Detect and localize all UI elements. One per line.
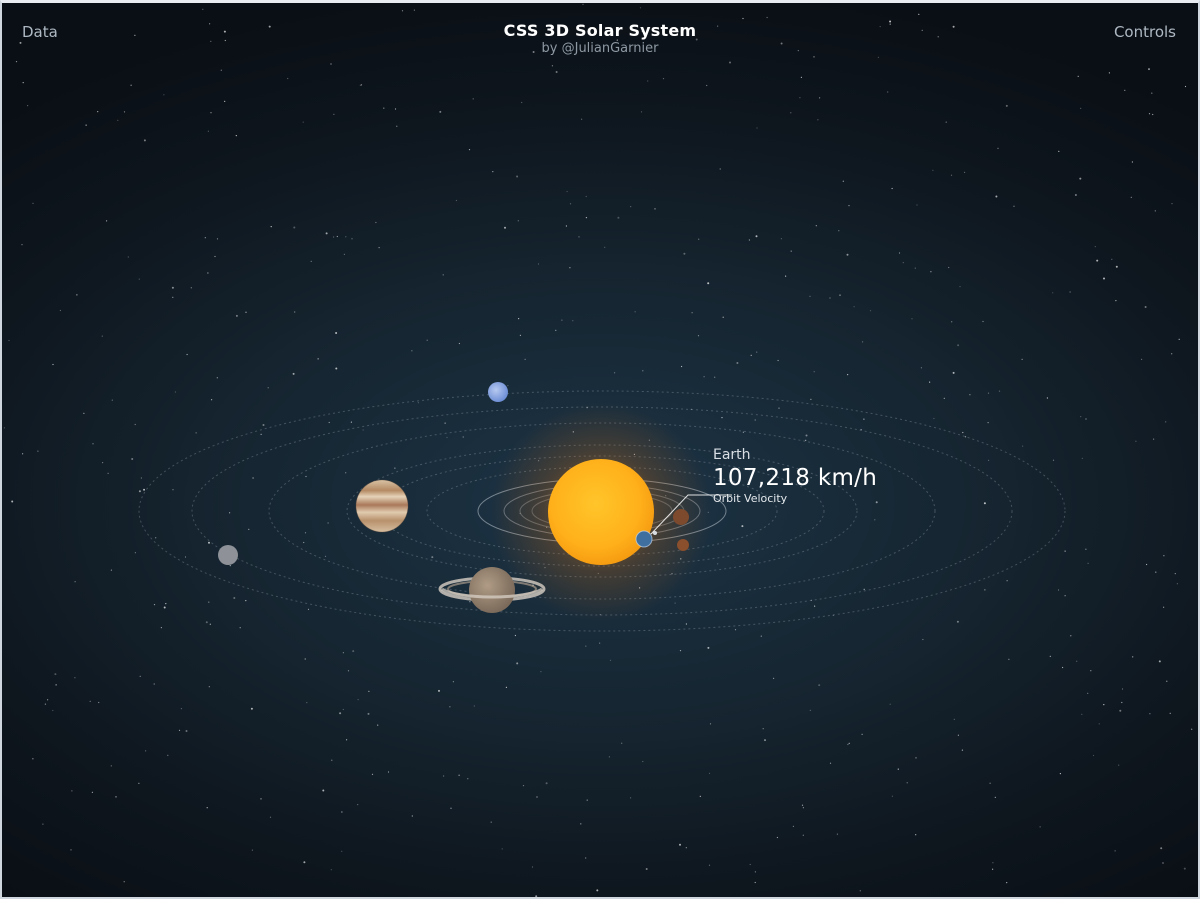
planet-neptune[interactable] <box>488 382 508 402</box>
app-frame: Data Controls CSS 3D Solar System by @Ju… <box>0 0 1200 899</box>
planet-name: Earth <box>713 447 751 463</box>
solar-system-scene <box>138 382 1066 632</box>
planet-venus[interactable] <box>673 509 689 525</box>
planet-jupiter[interactable] <box>355 479 409 533</box>
orbit-velocity-value: 107,218 km/h <box>713 465 878 491</box>
planet-info-panel: Earth 107,218 km/h Orbit Velocity <box>713 447 877 505</box>
planet-uranus[interactable] <box>218 545 238 565</box>
sun[interactable] <box>548 459 654 565</box>
planet-mercury[interactable] <box>677 539 689 551</box>
orbit-velocity-label: Orbit Velocity <box>713 492 788 505</box>
